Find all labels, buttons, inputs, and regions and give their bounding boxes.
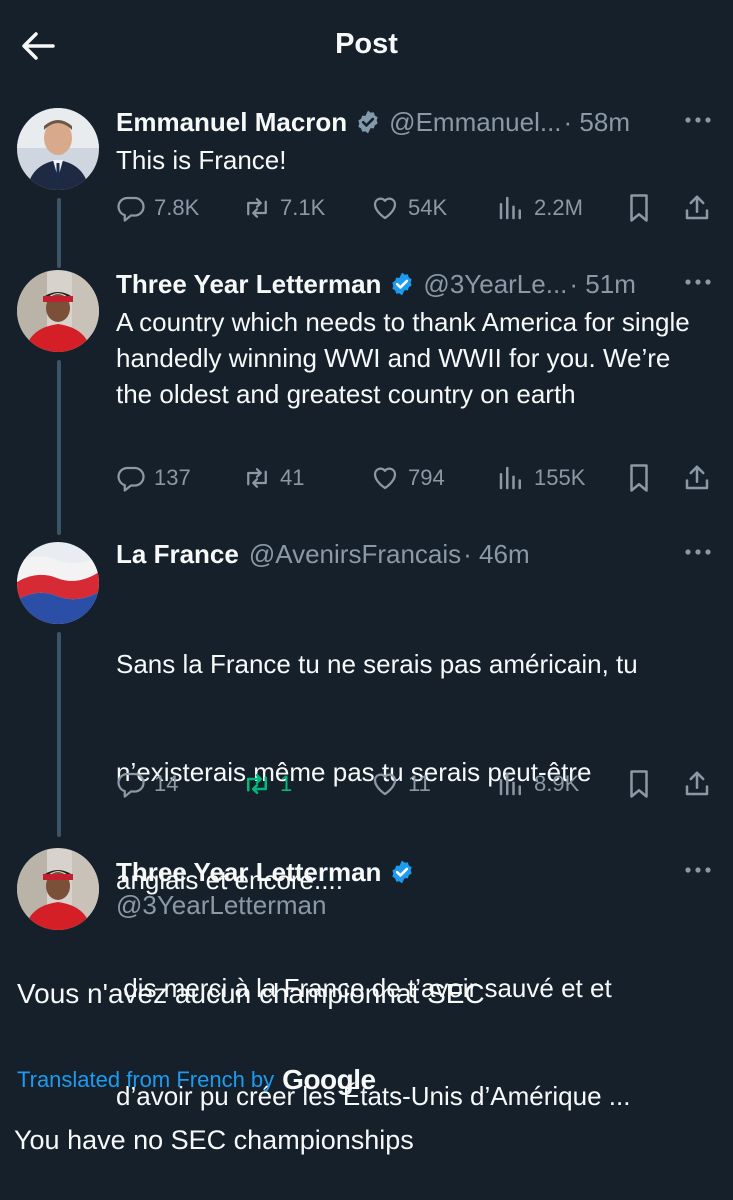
share-button[interactable] <box>679 460 715 496</box>
repost-count: 1 <box>280 771 293 796</box>
more-options-button[interactable] <box>683 272 713 292</box>
more-dots-icon <box>685 867 711 873</box>
reply-count: 7.8K <box>154 195 200 220</box>
share-icon <box>685 465 709 490</box>
avatar[interactable] <box>17 848 99 930</box>
reply-icon <box>117 466 145 492</box>
bookmark-button[interactable] <box>621 190 657 226</box>
author-name[interactable]: Three Year Letterman <box>116 856 381 888</box>
post-time[interactable]: · 51m <box>569 268 635 300</box>
view-count: 155K <box>534 465 586 490</box>
reply-count: 137 <box>154 465 191 490</box>
bookmark-icon <box>630 770 648 798</box>
author-handle[interactable]: @3YearLetterman <box>116 890 326 921</box>
action-bar: 7.8K 7.1K 54K 2.2M <box>116 190 713 226</box>
reply-icon <box>117 772 145 798</box>
reply-count: 14 <box>154 771 179 796</box>
reply-button[interactable]: 137 <box>116 460 191 496</box>
repost-button[interactable]: 7.1K <box>242 190 325 226</box>
tweet-text: This is France! <box>116 145 287 175</box>
author-handle[interactable]: @Emmanuel... <box>389 106 561 138</box>
tweet-text-line: Sans la France tu ne serais pas américai… <box>116 649 638 679</box>
repost-count: 41 <box>280 465 305 490</box>
like-button[interactable]: 54K <box>370 190 447 226</box>
share-icon <box>685 771 709 796</box>
like-button[interactable]: 794 <box>370 460 445 496</box>
avatar[interactable] <box>17 542 99 624</box>
action-bar: 14 1 11 8.9K <box>116 766 713 802</box>
top-bar: Post <box>0 0 733 88</box>
share-button[interactable] <box>679 766 715 802</box>
more-options-button[interactable] <box>683 110 713 130</box>
heart-icon <box>373 773 397 796</box>
translated-text: You have no SEC championships <box>14 1125 414 1155</box>
like-count: 794 <box>408 465 445 490</box>
avatar[interactable] <box>17 270 99 352</box>
tweet-header: La France @AvenirsFrancais · 46m <box>116 538 673 570</box>
reply-button[interactable]: 14 <box>116 766 178 802</box>
more-dots-icon <box>685 549 711 555</box>
like-count: 11 <box>408 771 431 796</box>
repost-button[interactable]: 1 <box>242 766 292 802</box>
author-handle[interactable]: @3YearLe... <box>423 268 567 300</box>
bookmark-icon <box>630 464 648 492</box>
more-dots-icon <box>685 279 711 285</box>
thread-connector <box>57 632 61 837</box>
view-count: 2.2M <box>534 195 583 220</box>
views-chart-icon <box>499 772 521 796</box>
author-name[interactable]: La France <box>116 538 239 570</box>
views-button[interactable]: 8.9K <box>496 766 579 802</box>
verified-gray-icon <box>358 110 378 134</box>
reply-icon <box>117 196 145 222</box>
repost-icon <box>247 468 267 488</box>
post-time[interactable]: · 58m <box>564 106 630 138</box>
heart-icon <box>373 467 397 490</box>
google-logo: Google <box>282 1064 376 1095</box>
thread-connector <box>57 360 61 535</box>
repost-button[interactable]: 41 <box>242 460 304 496</box>
tweet-text: A country which needs to thank America f… <box>116 307 690 409</box>
views-chart-icon <box>499 466 521 490</box>
share-button[interactable] <box>679 190 715 226</box>
share-icon <box>685 195 709 220</box>
repost-active-icon <box>247 774 267 794</box>
more-dots-icon <box>685 117 711 123</box>
avatar[interactable] <box>17 108 99 190</box>
main-tweet-text: Vous n'avez aucun championnat SEC <box>17 978 485 1009</box>
view-count: 8.9K <box>534 771 580 796</box>
bookmark-button[interactable] <box>621 460 657 496</box>
translation-attribution[interactable]: Translated from French by Google <box>17 1064 376 1096</box>
tweet-header: Three Year Letterman <box>116 856 673 888</box>
views-button[interactable]: 2.2M <box>496 190 583 226</box>
repost-icon <box>247 198 267 218</box>
post-time[interactable]: · 46m <box>463 538 529 570</box>
heart-icon <box>373 197 397 220</box>
thread-connector <box>57 198 61 268</box>
translated-label: Translated from French by <box>17 1067 275 1092</box>
tweet-header: Emmanuel Macron @Emmanuel... · 58m <box>116 106 673 138</box>
like-button[interactable]: 11 <box>370 766 431 802</box>
views-button[interactable]: 155K <box>496 460 585 496</box>
views-chart-icon <box>499 196 521 220</box>
more-options-button[interactable] <box>683 860 713 880</box>
author-name[interactable]: Three Year Letterman <box>116 268 381 300</box>
author-name[interactable]: Emmanuel Macron <box>116 106 347 138</box>
repost-count: 7.1K <box>280 195 326 220</box>
like-count: 54K <box>408 195 448 220</box>
page-title: Post <box>335 28 398 60</box>
bookmark-icon <box>630 194 648 222</box>
bookmark-button[interactable] <box>621 766 657 802</box>
verified-blue-icon <box>392 860 413 884</box>
author-handle[interactable]: @AvenirsFrancais <box>249 538 461 570</box>
more-options-button[interactable] <box>683 542 713 562</box>
tweet-header: Three Year Letterman @3YearLe... · 51m <box>116 268 673 300</box>
verified-blue-icon <box>392 272 413 296</box>
action-bar: 137 41 794 155K <box>116 460 713 496</box>
reply-button[interactable]: 7.8K <box>116 190 199 226</box>
